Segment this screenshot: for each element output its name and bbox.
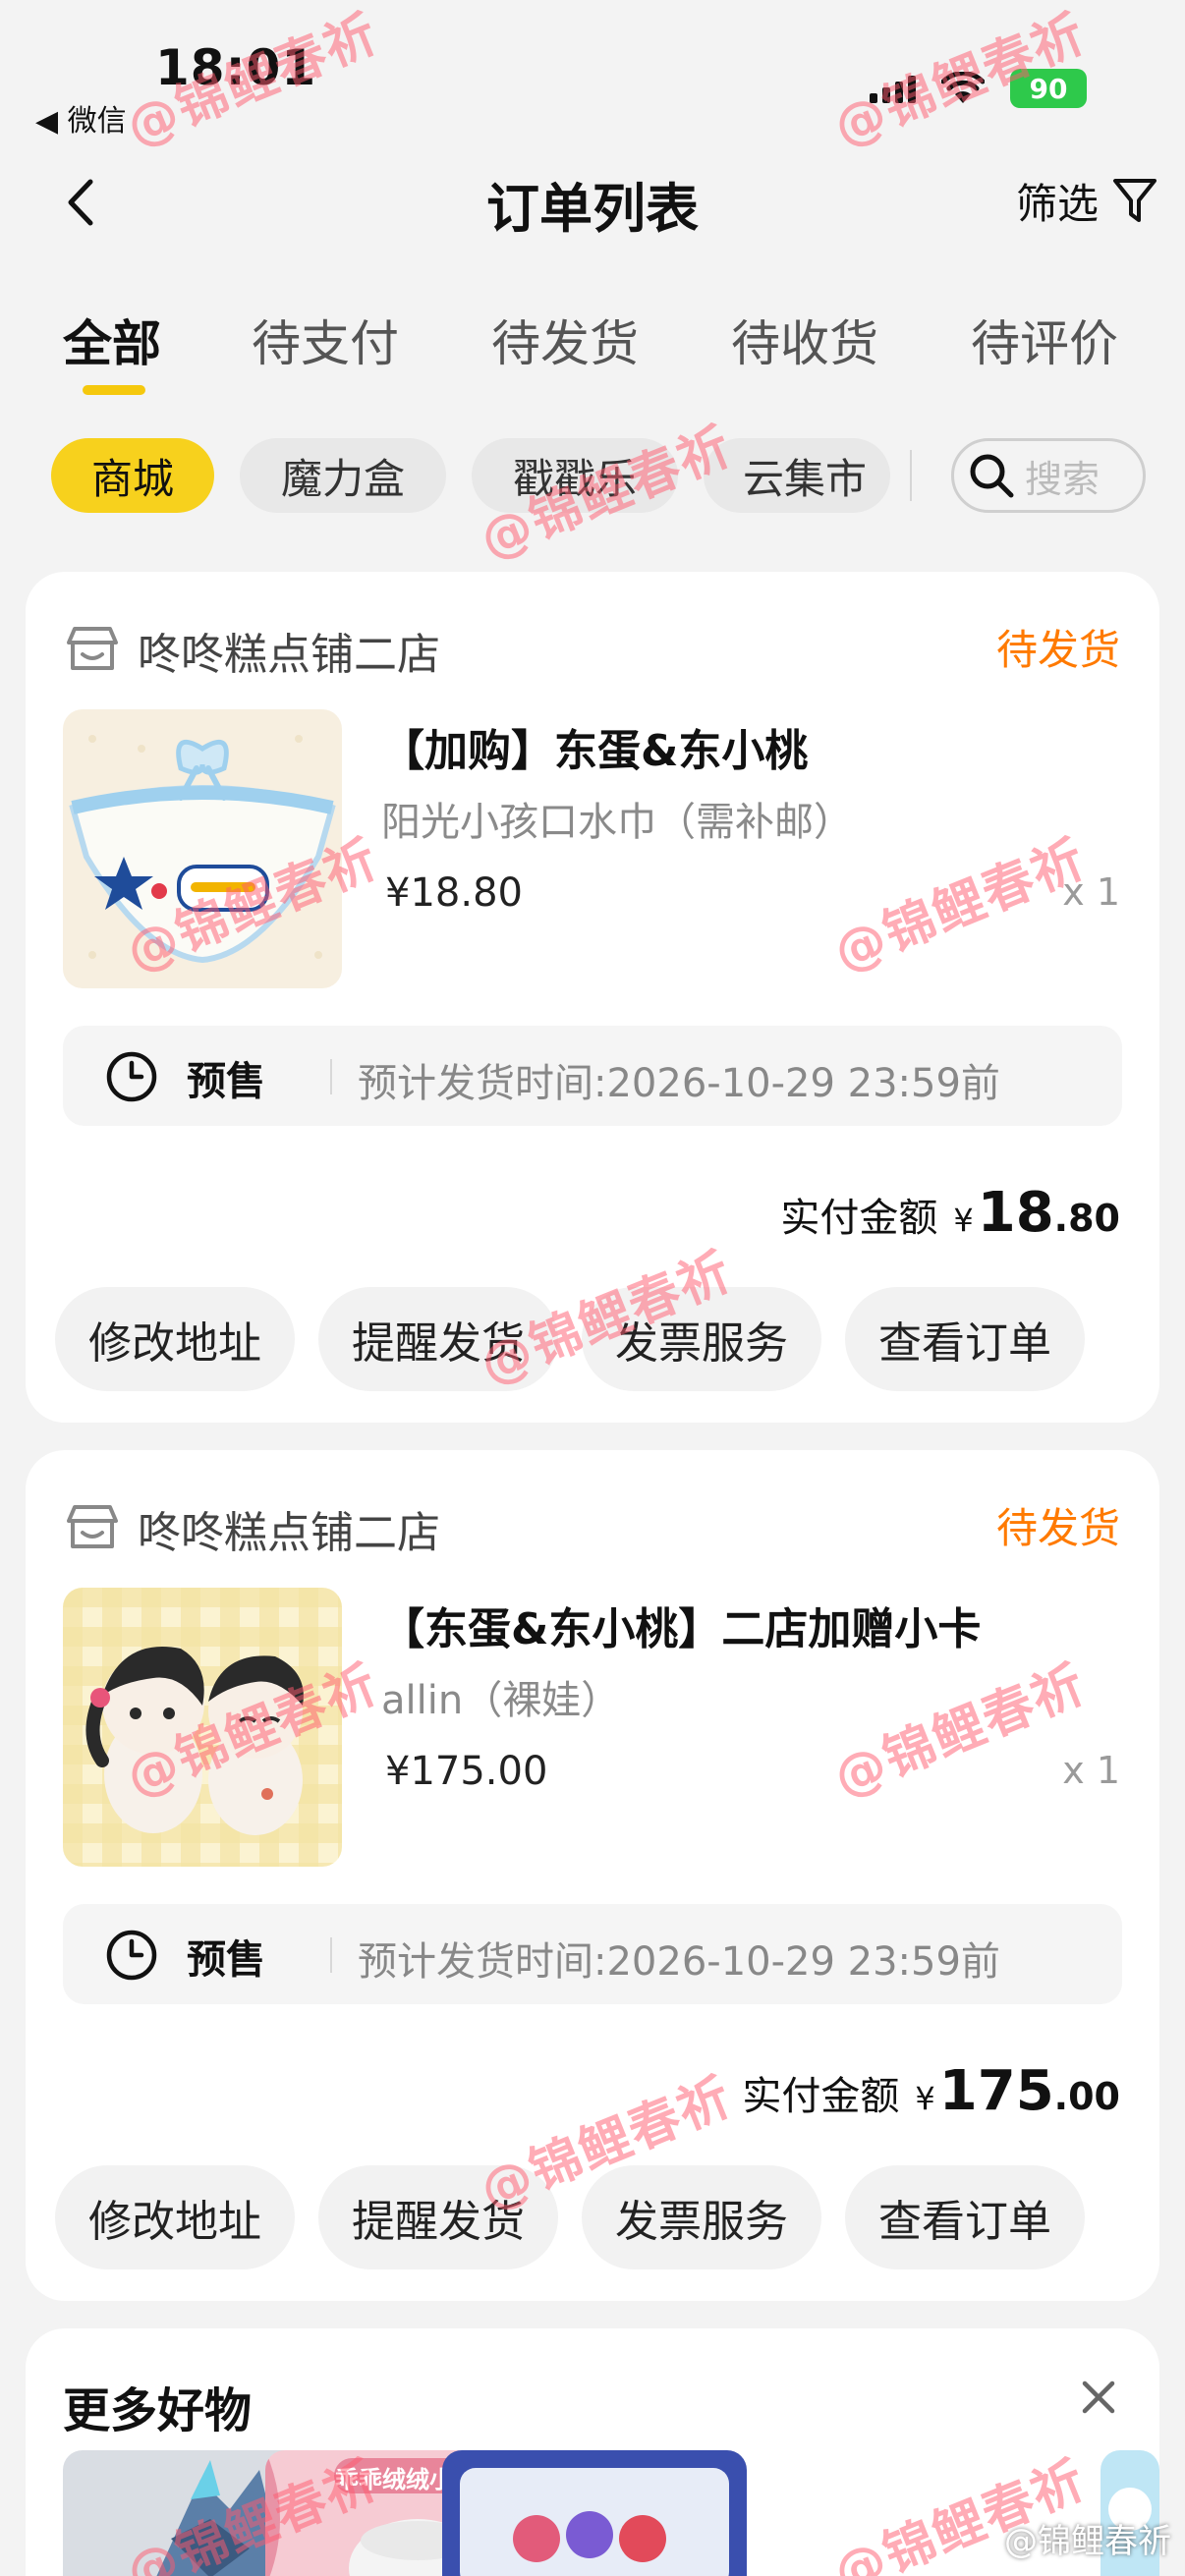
product-quantity: x 1 [1062, 1749, 1120, 1792]
shop-name[interactable]: 咚咚糕点铺二店 [138, 619, 440, 682]
tab-all[interactable]: 全部 [63, 305, 161, 375]
invoice-service-button[interactable]: 发票服务 [582, 1287, 821, 1391]
order-tabs: 全部 待支付 待发货 待收货 待评价 [0, 285, 1185, 403]
back-to-app-link[interactable]: ◀ 微信 [35, 96, 127, 140]
paid-label: 实付金额 [780, 1196, 938, 1241]
product-title[interactable]: 【加购】东蛋&东小桃 [381, 715, 808, 778]
presale-label: 预售 [187, 1937, 265, 1983]
goods-thumbnail[interactable] [442, 2450, 747, 2576]
presale-divider [330, 1937, 332, 1973]
order-card[interactable]: 咚咚糕点铺二店 待发货 【东蛋&东小桃】二店加赠小卡 allin（裸娃） ¥17… [26, 1450, 1159, 2301]
estimated-ship-time: 预计发货时间:2026-10-29 23:59前 [358, 1061, 1000, 1106]
product-quantity: x 1 [1062, 870, 1120, 914]
product-variant: allin（裸娃） [381, 1678, 621, 1723]
paid-amount: 实付金额 ¥ 18 .80 [780, 1181, 1120, 1245]
more-goods-title: 更多好物 [63, 2383, 253, 2438]
product-image[interactable] [63, 709, 342, 988]
paid-decimal: .00 [1053, 2075, 1120, 2118]
filter-button[interactable]: 筛选 [1016, 171, 1157, 231]
shop-row[interactable]: 咚咚糕点铺二店 待发货 [65, 1491, 1120, 1560]
remind-ship-button[interactable]: 提醒发货 [318, 1287, 558, 1391]
presale-divider [330, 1059, 332, 1094]
shop-icon [67, 1505, 118, 1548]
tab-pending-review[interactable]: 待评价 [971, 305, 1118, 375]
order-card[interactable]: 咚咚糕点铺二店 待发货 【加购】东蛋&东小桃 阳光小孩口水巾（需补邮） ¥18.… [26, 572, 1159, 1423]
edit-address-button[interactable]: 修改地址 [55, 2165, 295, 2269]
clock-icon [106, 1930, 157, 1981]
edit-address-button[interactable]: 修改地址 [55, 1287, 295, 1391]
product-price: ¥18.80 [385, 870, 523, 916]
funnel-icon [1113, 178, 1157, 222]
view-order-button[interactable]: 查看订单 [845, 2165, 1085, 2269]
status-indicators: 90 [870, 69, 1087, 108]
shop-icon [67, 627, 118, 670]
tab-pending-shipment[interactable]: 待发货 [491, 305, 639, 375]
weibo-corner-watermark: @锦鲤春祈 [1004, 2522, 1171, 2561]
shop-name[interactable]: 咚咚糕点铺二店 [138, 1497, 440, 1560]
tab-pending-receipt[interactable]: 待收货 [731, 305, 878, 375]
paid-currency: ¥ [953, 1202, 974, 1239]
product-variant: 阳光小孩口水巾（需补邮） [381, 800, 853, 845]
paid-decimal: .80 [1053, 1197, 1120, 1240]
battery-icon: 90 [1010, 69, 1087, 108]
chip-cloud-market[interactable]: 云集市 [704, 438, 890, 513]
search-placeholder: 搜索 [1025, 457, 1100, 501]
wifi-icon [941, 72, 985, 105]
order-status: 待发货 [995, 1504, 1120, 1552]
page-title: 订单列表 [486, 178, 699, 240]
order-status: 待发货 [995, 626, 1120, 674]
active-tab-indicator [83, 385, 145, 395]
product-title[interactable]: 【东蛋&东小桃】二店加赠小卡 [381, 1594, 981, 1656]
paid-integer: 175 [938, 2059, 1054, 2123]
chip-magic-box[interactable]: 魔力盒 [240, 438, 446, 513]
search-button[interactable]: 搜索 [951, 438, 1146, 513]
invoice-service-button[interactable]: 发票服务 [582, 2165, 821, 2269]
clock-icon [106, 1051, 157, 1102]
view-order-button[interactable]: 查看订单 [845, 1287, 1085, 1391]
remind-ship-button[interactable]: 提醒发货 [318, 2165, 558, 2269]
shop-row[interactable]: 咚咚糕点铺二店 待发货 [65, 613, 1120, 682]
estimated-ship-time: 预计发货时间:2026-10-29 23:59前 [358, 1939, 1000, 1985]
presale-info: 预售 预计发货时间:2026-10-29 23:59前 [63, 1026, 1122, 1126]
paid-label: 实付金额 [742, 2074, 900, 2119]
chip-mall[interactable]: 商城 [51, 438, 214, 513]
filter-label: 筛选 [1015, 180, 1099, 228]
close-icon[interactable] [1077, 2376, 1120, 2419]
paid-integer: 18 [977, 1181, 1054, 1245]
search-icon [970, 454, 1014, 498]
paid-currency: ¥ [915, 2080, 935, 2117]
tab-pending-payment[interactable]: 待支付 [252, 305, 399, 375]
chip-poke[interactable]: 戳戳乐 [472, 438, 678, 513]
product-image[interactable] [63, 1588, 342, 1867]
channel-filter: 商城 魔力盒 戳戳乐 云集市 搜索 [0, 428, 1185, 519]
status-bar: 18:01 ◀ 微信 90 [0, 0, 1185, 140]
chip-divider [910, 450, 912, 501]
product-price: ¥175.00 [385, 1749, 548, 1794]
nav-bar: 订单列表 筛选 [0, 138, 1185, 265]
status-time: 18:01 [155, 39, 317, 96]
presale-label: 预售 [187, 1059, 265, 1104]
signal-icon [870, 74, 916, 103]
presale-info: 预售 预计发货时间:2026-10-29 23:59前 [63, 1904, 1122, 2004]
paid-amount: 实付金额 ¥ 175 .00 [742, 2059, 1120, 2123]
more-goods-section: 更多好物 乖乖绒绒小豆总 [26, 2328, 1159, 2576]
